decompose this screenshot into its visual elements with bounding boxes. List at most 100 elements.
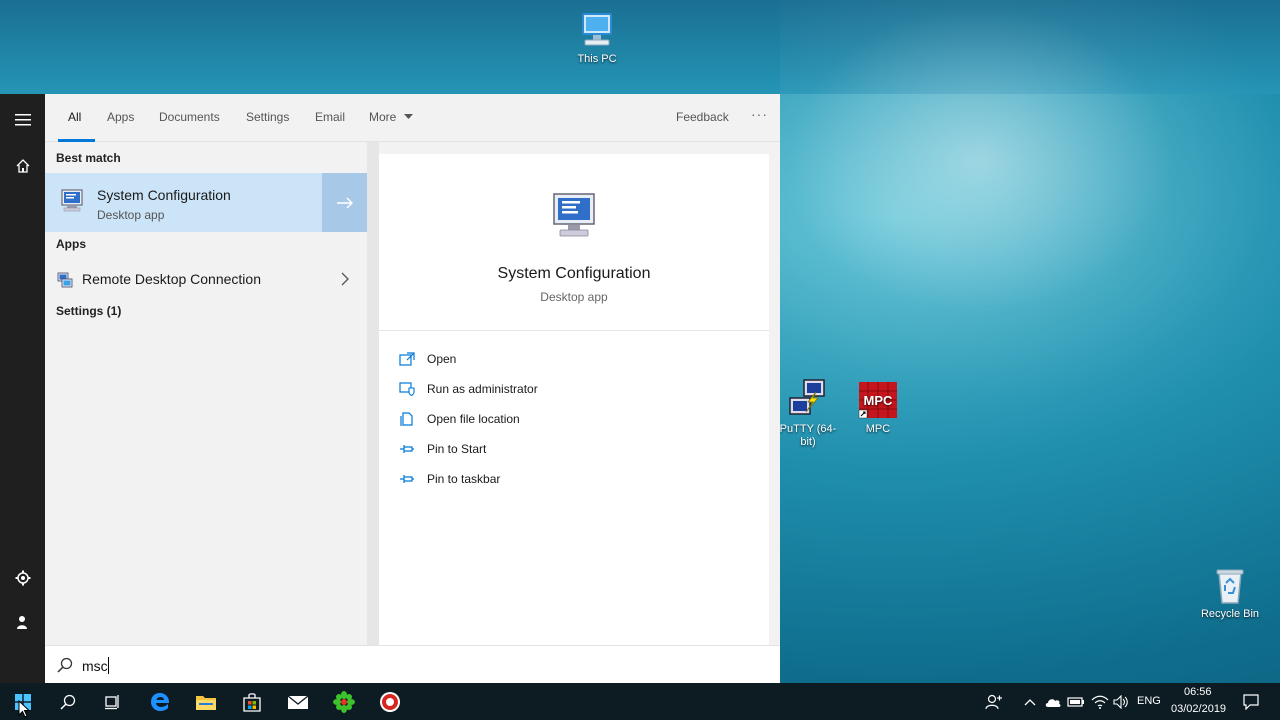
computer-icon [582, 13, 612, 46]
home-icon [16, 159, 29, 173]
desktop-icon-label: Recycle Bin [1200, 608, 1260, 620]
action-pin-to-start[interactable]: Pin to Start [399, 438, 749, 462]
best-match-heading: Best match [56, 151, 121, 165]
best-match-expand-button[interactable] [322, 173, 367, 232]
detail-pane: System Configuration Desktop app Open Ru… [379, 154, 769, 645]
clock-time[interactable]: 06:56 [1184, 686, 1212, 698]
action-open[interactable]: Open [399, 348, 749, 372]
taskbar-file-explorer[interactable] [183, 683, 229, 720]
system-configuration-large-icon [553, 193, 595, 237]
user-button[interactable] [0, 602, 45, 642]
action-label: Open [427, 352, 457, 366]
search-box[interactable]: msc [45, 645, 780, 683]
app-item-label: Remote Desktop Connection [82, 271, 261, 287]
taskbar-edge[interactable] [137, 683, 183, 720]
best-match-subtitle: Desktop app [97, 208, 165, 222]
feedback-button[interactable]: Feedback [676, 110, 729, 124]
taskbar-mail[interactable] [275, 683, 321, 720]
putty-icon [789, 379, 825, 415]
app-item-remote-desktop[interactable]: Remote Desktop Connection [45, 264, 367, 294]
battery-icon [1067, 696, 1084, 707]
svg-text:MPC: MPC [864, 393, 894, 408]
people-icon [985, 694, 1002, 709]
action-center-button[interactable] [1234, 683, 1268, 720]
search-tabs: All Apps Documents Settings Email More F… [45, 94, 780, 142]
action-label: Pin to taskbar [427, 472, 501, 486]
desktop-icon-recycle-bin[interactable]: Recycle Bin [1195, 565, 1265, 621]
input-language-indicator[interactable]: ENG [1137, 695, 1161, 707]
folder-icon [196, 695, 216, 710]
open-icon [399, 352, 415, 366]
taskbar-recorder[interactable] [367, 683, 413, 720]
user-icon [16, 616, 27, 629]
hamburger-icon [14, 114, 31, 126]
desktop-icon-this-pc[interactable]: This PC [562, 10, 632, 66]
tab-documents[interactable]: Documents [159, 110, 220, 124]
search-panel: All Apps Documents Settings Email More F… [45, 94, 780, 683]
taskbar-search-button[interactable] [45, 683, 91, 720]
chevron-up-icon [1024, 698, 1036, 705]
flower-icon [333, 690, 355, 713]
desktop-icon-putty[interactable]: PuTTY (64-bit) [773, 378, 843, 449]
volume-tray-button[interactable] [1108, 683, 1134, 720]
people-button[interactable] [974, 683, 1014, 720]
home-button[interactable] [0, 146, 45, 186]
wallpaper [0, 0, 1280, 94]
action-run-as-admin[interactable]: Run as administrator [399, 378, 749, 402]
speaker-icon [1113, 694, 1128, 709]
chevron-right-icon [341, 272, 349, 286]
action-pin-to-taskbar[interactable]: Pin to taskbar [399, 468, 749, 492]
pin-icon [400, 445, 414, 453]
panel-divider [367, 142, 379, 645]
mouse-cursor-icon [18, 700, 30, 718]
detail-subtitle: Desktop app [540, 290, 608, 304]
search-icon [60, 694, 76, 710]
desktop-icon-label: PuTTY (64-bit) [779, 423, 837, 448]
arrow-right-icon [336, 197, 353, 208]
chevron-down-icon [403, 114, 413, 119]
cloud-icon [1045, 698, 1061, 707]
tab-email[interactable]: Email [315, 110, 345, 124]
clock-date[interactable]: 03/02/2019 [1171, 703, 1226, 715]
action-open-file-location[interactable]: Open file location [399, 408, 749, 432]
edge-browser-icon [151, 692, 170, 711]
file-location-icon [400, 412, 413, 426]
battery-tray-button[interactable] [1063, 683, 1089, 720]
detail-separator [379, 330, 769, 331]
recycle-bin-icon [1216, 569, 1244, 604]
desktop-icon-label: MPC [865, 423, 891, 435]
best-match-item[interactable]: System Configuration Desktop app [45, 173, 322, 232]
gear-icon [15, 570, 30, 586]
taskbar-store[interactable] [229, 683, 275, 720]
text-caret [107, 657, 109, 674]
action-label: Run as administrator [427, 382, 538, 396]
action-label: Open file location [427, 412, 520, 426]
notification-icon [1243, 693, 1259, 710]
remote-desktop-icon [57, 272, 73, 288]
task-view-icon [105, 694, 119, 709]
desktop-icon-label: This PC [577, 53, 617, 65]
tab-more-label: More [369, 110, 397, 124]
settings-heading[interactable]: Settings (1) [56, 304, 121, 318]
task-view-button[interactable] [90, 683, 136, 720]
tab-more[interactable]: More [369, 110, 413, 124]
start-rail [0, 94, 45, 683]
mail-icon [287, 694, 309, 709]
tab-all[interactable]: All [68, 110, 81, 124]
results-list: Best match System Configuration Desktop … [45, 142, 367, 645]
taskbar-icq[interactable] [321, 683, 367, 720]
taskbar: ENG 06:56 03/02/2019 [0, 683, 1280, 720]
store-bag-icon [243, 692, 261, 712]
desktop-icon-mpc[interactable]: MPC MPC [843, 380, 913, 436]
hamburger-menu-button[interactable] [0, 100, 45, 140]
system-configuration-icon [61, 189, 83, 212]
more-options-button[interactable]: ··· [751, 106, 768, 122]
best-match-title: System Configuration [97, 187, 231, 203]
tab-settings[interactable]: Settings [246, 110, 289, 124]
detail-title: System Configuration [497, 265, 651, 282]
wifi-icon [1091, 695, 1109, 709]
tab-apps[interactable]: Apps [107, 110, 134, 124]
search-input[interactable]: msc [82, 657, 109, 674]
shield-icon [399, 382, 415, 396]
settings-button[interactable] [0, 558, 45, 598]
